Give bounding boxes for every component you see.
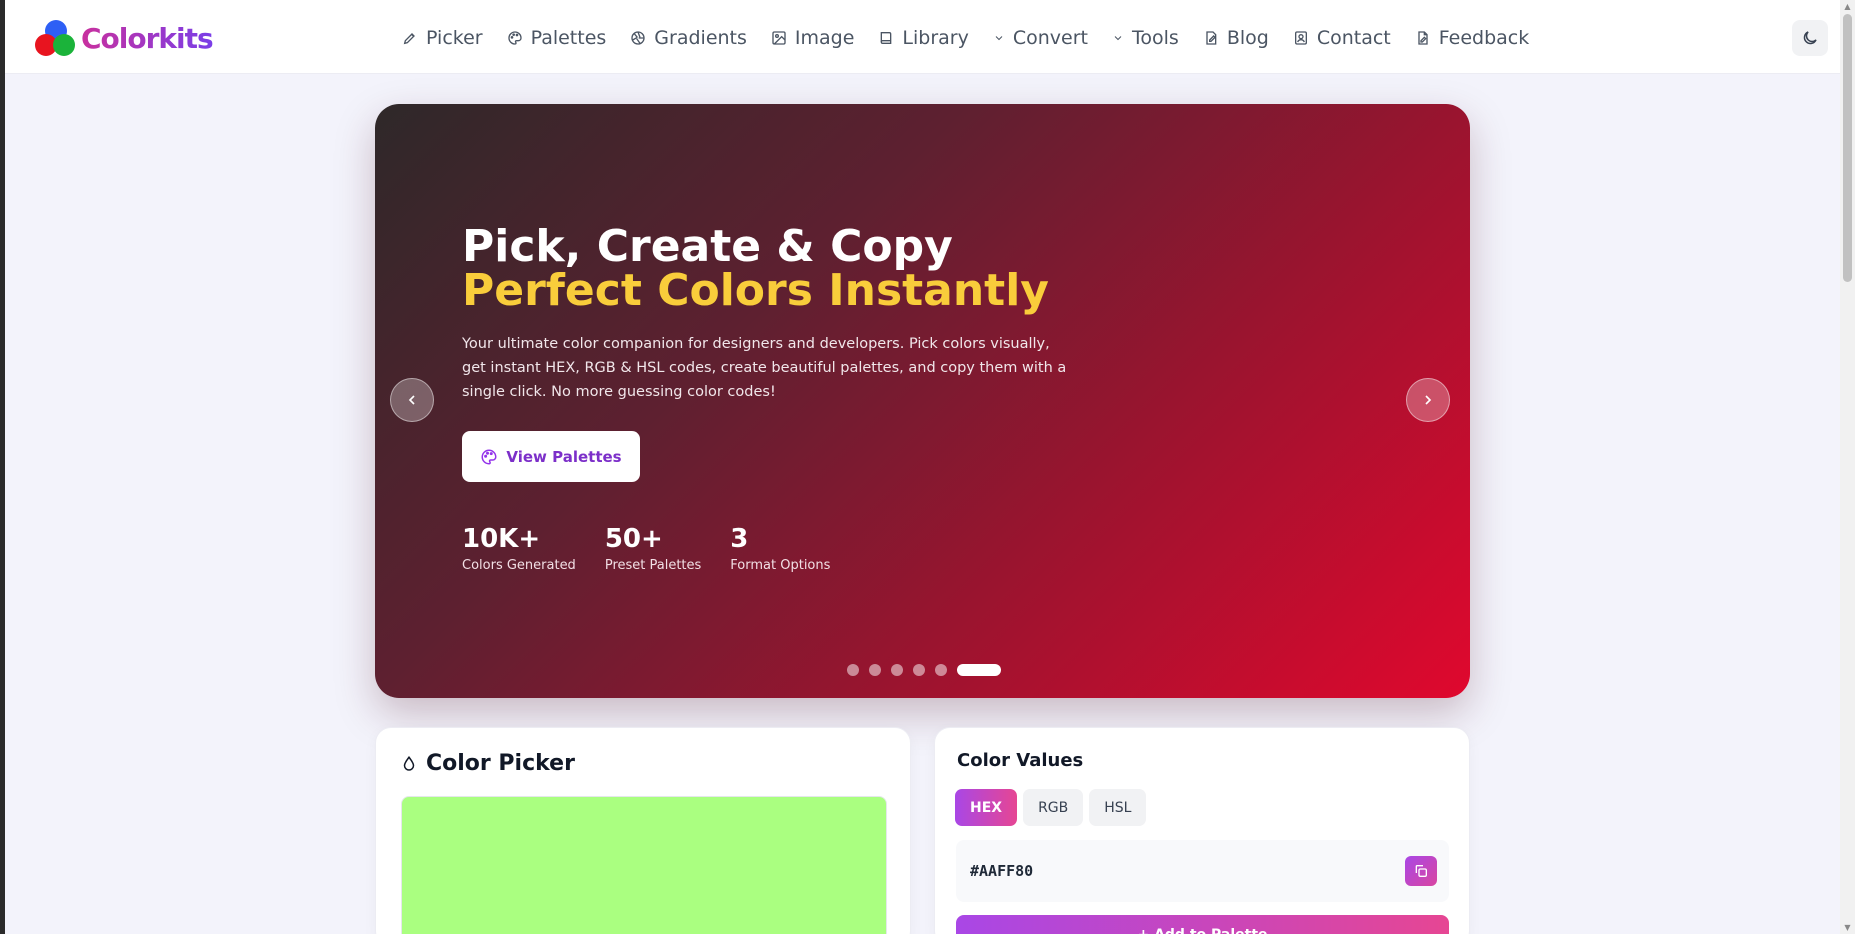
- copy-button[interactable]: [1405, 856, 1437, 886]
- nav-item-convert[interactable]: Convert: [981, 20, 1100, 56]
- scroll-down-icon[interactable]: ▼: [1843, 923, 1852, 932]
- theme-toggle-button[interactable]: [1792, 20, 1828, 56]
- color-swatch[interactable]: [401, 796, 887, 934]
- edit-icon: [1206, 31, 1217, 45]
- nav-item-picker[interactable]: Picker: [390, 20, 495, 56]
- copy-icon: [1415, 865, 1427, 877]
- carousel-next-button[interactable]: [1406, 378, 1450, 422]
- stat-value: 10K+: [462, 524, 541, 554]
- brand-logo[interactable]: Colorkits: [35, 18, 214, 58]
- image-icon: [772, 31, 786, 45]
- stat-value: 3: [730, 524, 749, 554]
- chevron-down-icon: [995, 36, 1003, 41]
- color-values-title: Color Values: [957, 750, 1084, 771]
- nav-item-gradients[interactable]: Gradients: [618, 20, 759, 56]
- carousel-dot[interactable]: [869, 664, 881, 676]
- stat-colors-generated: 10K+ Colors Generated: [462, 524, 576, 573]
- logo-mark: [35, 18, 77, 58]
- hero-stats: 10K+ Colors Generated 50+ Preset Palette…: [462, 524, 830, 573]
- file-edit-icon: [1418, 31, 1428, 45]
- nav-label: Image: [794, 27, 855, 49]
- palette-icon: [507, 31, 522, 45]
- nav-label: Blog: [1226, 27, 1269, 49]
- carousel-dot[interactable]: [913, 664, 925, 676]
- nav-item-library[interactable]: Library: [866, 20, 980, 56]
- nav-item-tools[interactable]: Tools: [1100, 20, 1191, 56]
- hero-description: Your ultimate color companion for design…: [462, 336, 1067, 400]
- carousel-dot-active[interactable]: [957, 664, 1001, 676]
- carousel-prev-button[interactable]: [390, 378, 434, 422]
- contact-icon: [1294, 31, 1307, 45]
- tab-rgb[interactable]: RGB: [1023, 789, 1084, 826]
- nav-item-palettes[interactable]: Palettes: [495, 20, 619, 56]
- pen-icon: [403, 33, 415, 45]
- aperture-icon: [631, 31, 645, 45]
- stat-label: Format Options: [730, 558, 831, 573]
- color-value-field[interactable]: #AAFF80: [956, 840, 1449, 902]
- tab-hex[interactable]: HEX: [955, 789, 1018, 826]
- nav-label: Library: [902, 27, 969, 49]
- chevron-right-icon: [1425, 395, 1432, 405]
- nav-label: Palettes: [530, 27, 607, 49]
- stat-format-options: 3 Format Options: [730, 524, 830, 573]
- hero-carousel: Pick, Create & Copy Perfect Colors Insta…: [375, 104, 1470, 698]
- color-picker-heading: Color Picker: [400, 751, 575, 776]
- stat-value: 50+: [604, 524, 663, 554]
- stat-label: Preset Palettes: [604, 558, 702, 573]
- nav-label: Contact: [1316, 27, 1391, 49]
- brand-name: Colorkits: [81, 21, 214, 55]
- nav-label: Convert: [1012, 27, 1088, 49]
- carousel-dot[interactable]: [847, 664, 859, 676]
- main-nav: Picker Palettes Gradients Image Library …: [390, 20, 1541, 56]
- format-tabs: HEX RGB HSL: [955, 789, 1147, 826]
- nav-label: Picker: [426, 27, 483, 49]
- palette-icon: [481, 448, 497, 465]
- window-edge: [0, 0, 5, 934]
- color-picker-title: Color Picker: [426, 751, 575, 776]
- carousel-dot[interactable]: [935, 664, 947, 676]
- nav-item-contact[interactable]: Contact: [1281, 20, 1403, 56]
- stat-label: Colors Generated: [462, 558, 576, 573]
- nav-item-feedback[interactable]: Feedback: [1403, 20, 1541, 56]
- color-picker-card: Color Picker: [375, 727, 911, 934]
- tab-hsl[interactable]: HSL: [1089, 789, 1147, 826]
- book-icon: [881, 32, 892, 44]
- hero-title-highlight: Perfect Colors Instantly: [462, 265, 1049, 316]
- view-palettes-label: View Palettes: [506, 447, 622, 466]
- nav-label: Feedback: [1438, 27, 1530, 49]
- stat-preset-palettes: 50+ Preset Palettes: [605, 524, 701, 573]
- scrollbar-thumb[interactable]: [1843, 14, 1852, 282]
- chevron-down-icon: [1114, 36, 1122, 41]
- scroll-up-icon[interactable]: ▲: [1843, 2, 1852, 11]
- view-palettes-button[interactable]: View Palettes: [462, 431, 640, 482]
- top-navbar: Colorkits Picker Palettes Gradients Imag…: [5, 0, 1840, 74]
- color-values-card: Color Values HEX RGB HSL #AAFF80 + Add t…: [934, 727, 1470, 934]
- droplet-icon: [403, 755, 415, 771]
- logo-dot-green: [53, 34, 75, 56]
- nav-item-image[interactable]: Image: [759, 20, 867, 56]
- carousel-dot[interactable]: [891, 664, 903, 676]
- nav-label: Tools: [1132, 27, 1179, 49]
- nav-label: Gradients: [654, 27, 747, 49]
- add-to-palette-button[interactable]: + Add to Palette: [956, 915, 1449, 934]
- chevron-left-icon: [408, 395, 415, 405]
- page-scrollbar[interactable]: ▲ ▼: [1840, 0, 1855, 934]
- nav-item-blog[interactable]: Blog: [1191, 20, 1281, 56]
- moon-icon: [1803, 31, 1817, 45]
- carousel-indicators: [847, 664, 1001, 676]
- color-value-text: #AAFF80: [970, 862, 1034, 880]
